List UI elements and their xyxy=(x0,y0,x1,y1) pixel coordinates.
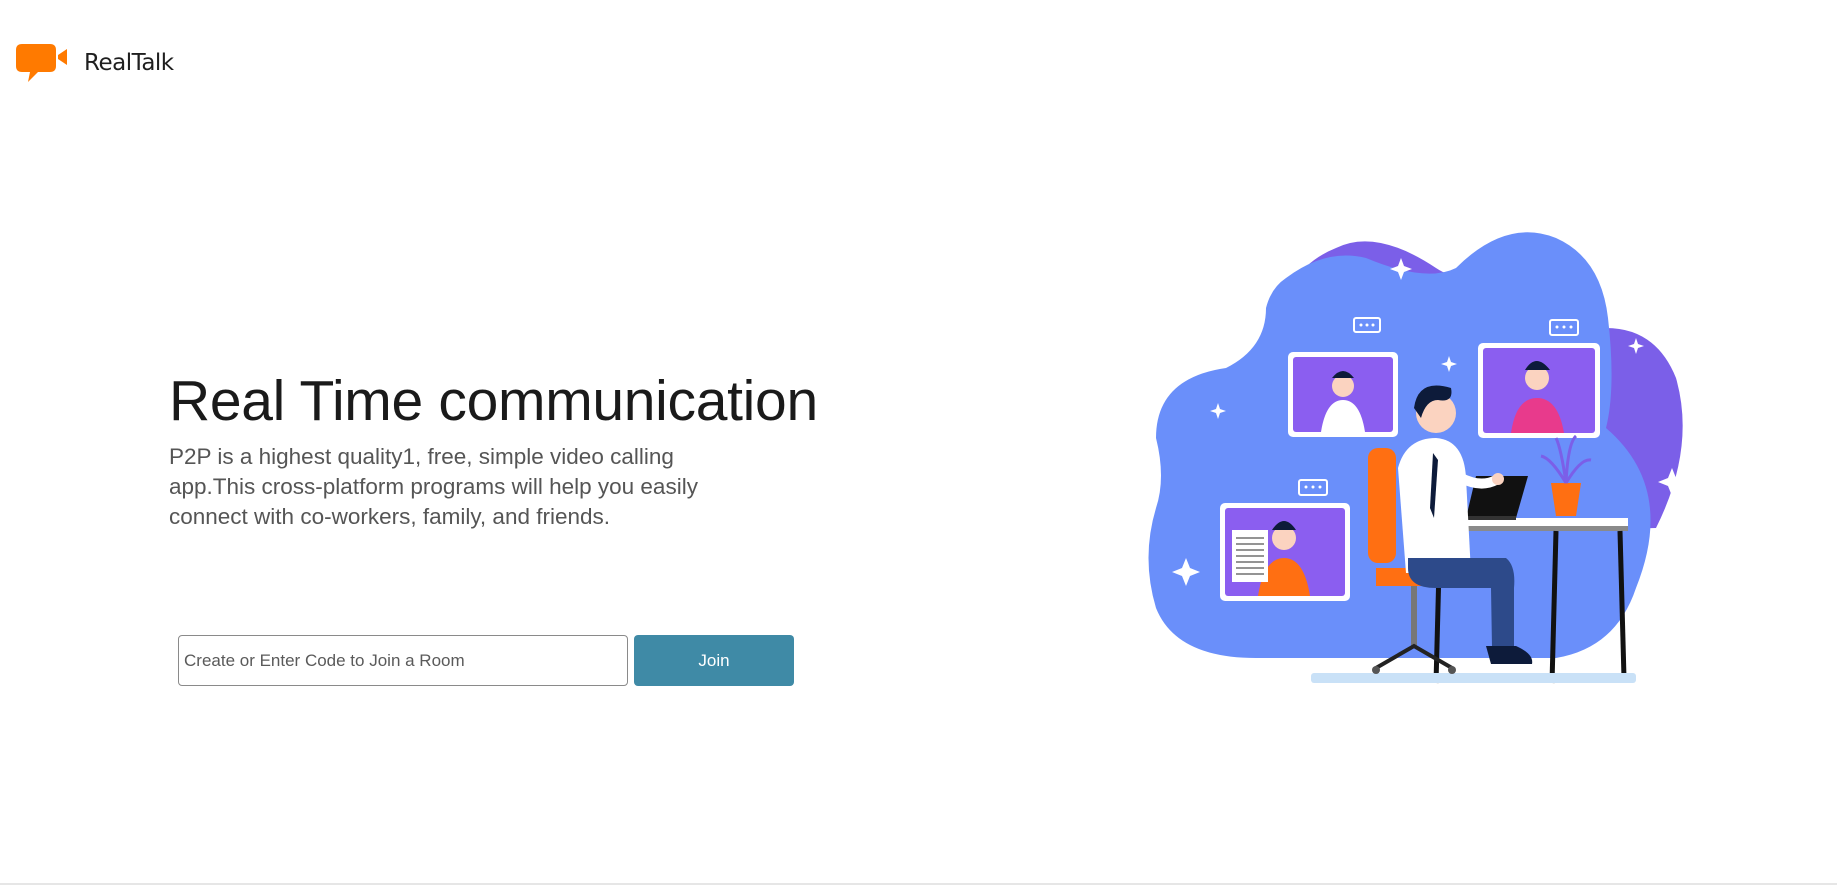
video-chat-bubble-icon xyxy=(16,44,67,82)
join-room-form: Join xyxy=(178,635,794,686)
join-button[interactable]: Join xyxy=(634,635,794,686)
landing-page: RealTalk Real Time communication P2P is … xyxy=(0,0,1837,885)
page-title: Real Time communication xyxy=(169,369,818,433)
brand-logo[interactable]: RealTalk xyxy=(14,42,174,84)
room-code-input[interactable] xyxy=(178,635,628,686)
hero-section: Real Time communication P2P is a highest… xyxy=(169,368,869,532)
hero-description: P2P is a highest quality1, free, simple … xyxy=(169,444,698,529)
video-conference-illustration xyxy=(1148,232,1686,684)
brand-name: RealTalk xyxy=(84,50,174,76)
